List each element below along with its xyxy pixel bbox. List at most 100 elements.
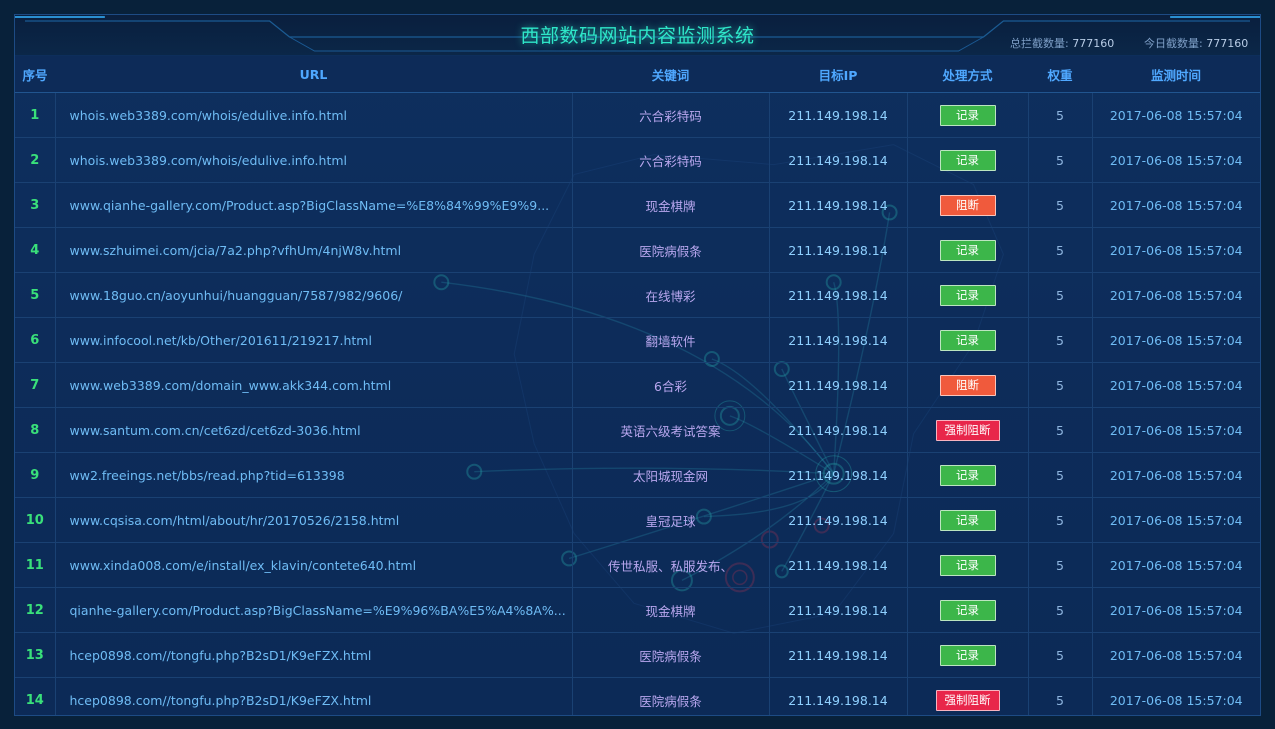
row-keyword: 英语六级考试答案 — [572, 407, 770, 453]
row-action: 记录 — [907, 587, 1029, 633]
row-url-link[interactable]: hcep0898.com//tongfu.php?B2sD1/K9eFZX.ht… — [55, 677, 573, 715]
table-row: 10 www.cqsisa.com/html/about/hr/20170526/… — [15, 497, 1260, 543]
row-target-ip: 211.149.198.14 — [769, 182, 908, 228]
table-header-row: 序号 URL 关键词 目标IP 处理方式 权重 监测时间 — [15, 56, 1260, 93]
total-blocked-value: 777160 — [1072, 37, 1115, 50]
row-target-ip: 211.149.198.14 — [769, 362, 908, 408]
record-button[interactable]: 记录 — [939, 239, 996, 261]
monitor-table: 序号 URL 关键词 目标IP 处理方式 权重 监测时间 1 whois.web3… — [15, 56, 1260, 715]
row-index: 9 — [15, 452, 56, 498]
record-button[interactable]: 记录 — [939, 329, 996, 351]
row-keyword: 六合彩特码 — [572, 137, 770, 183]
table-row: 9 ww2.freeings.net/bbs/read.php?tid=61339… — [15, 452, 1260, 498]
row-action: 记录 — [907, 542, 1029, 588]
record-button[interactable]: 记录 — [939, 149, 996, 171]
monitor-panel: 西部数码网站内容监测系统 总拦截数量: 777160 今日截数量: 777160… — [14, 14, 1261, 716]
row-keyword: 皇冠足球 — [572, 497, 770, 543]
record-button[interactable]: 记录 — [939, 464, 996, 486]
row-weight: 5 — [1028, 137, 1093, 183]
row-action: 记录 — [907, 632, 1029, 678]
row-url-link[interactable]: whois.web3389.com/whois/edulive.info.htm… — [55, 137, 573, 183]
row-keyword: 在线博彩 — [572, 272, 770, 318]
record-button[interactable]: 记录 — [939, 554, 996, 576]
row-weight: 5 — [1028, 677, 1093, 715]
row-target-ip: 211.149.198.14 — [769, 227, 908, 273]
block-button[interactable]: 阻断 — [939, 194, 996, 216]
table-row: 7 www.web3389.com/domain_www.akk344.com.h… — [15, 362, 1260, 408]
force-block-button[interactable]: 强制阻断 — [935, 689, 1000, 711]
row-url-link[interactable]: www.infocool.net/kb/Other/201611/219217.… — [55, 317, 573, 363]
column-header-time[interactable]: 监测时间 — [1092, 56, 1260, 93]
row-target-ip: 211.149.198.14 — [769, 92, 908, 138]
record-button[interactable]: 记录 — [939, 284, 996, 306]
row-time: 2017-06-08 15:57:04 — [1092, 182, 1260, 228]
row-url-link[interactable]: ww2.freeings.net/bbs/read.php?tid=613398 — [55, 452, 573, 498]
table-row: 1 whois.web3389.com/whois/edulive.info.ht… — [15, 92, 1260, 138]
row-url-link[interactable]: hcep0898.com//tongfu.php?B2sD1/K9eFZX.ht… — [55, 632, 573, 678]
row-weight: 5 — [1028, 317, 1093, 363]
row-action: 记录 — [907, 92, 1029, 138]
row-url-link[interactable]: www.xinda008.com/e/install/ex_klavin/con… — [55, 542, 573, 588]
column-header-action[interactable]: 处理方式 — [907, 56, 1028, 93]
row-keyword: 医院病假条 — [572, 632, 770, 678]
row-keyword: 现金棋牌 — [572, 587, 770, 633]
row-time: 2017-06-08 15:57:04 — [1092, 632, 1260, 678]
table-row: 11 www.xinda008.com/e/install/ex_klavin/c… — [15, 542, 1260, 588]
column-header-target-ip[interactable]: 目标IP — [769, 56, 907, 93]
row-url-link[interactable]: www.santum.com.cn/cet6zd/cet6zd-3036.htm… — [55, 407, 573, 453]
row-url-link[interactable]: www.18guo.cn/aoyunhui/huangguan/7587/982… — [55, 272, 573, 318]
table-row: 12 qianhe-gallery.com/Product.asp?BigClas… — [15, 587, 1260, 633]
row-keyword: 6合彩 — [572, 362, 770, 408]
record-button[interactable]: 记录 — [939, 599, 996, 621]
row-time: 2017-06-08 15:57:04 — [1092, 272, 1260, 318]
row-keyword: 现金棋牌 — [572, 182, 770, 228]
record-button[interactable]: 记录 — [939, 644, 996, 666]
total-blocked-stat: 总拦截数量: 777160 — [1010, 35, 1114, 51]
column-header-weight[interactable]: 权重 — [1028, 56, 1092, 93]
row-weight: 5 — [1028, 227, 1093, 273]
row-keyword: 六合彩特码 — [572, 92, 770, 138]
row-keyword: 太阳城现金网 — [572, 452, 770, 498]
row-action: 强制阻断 — [907, 677, 1029, 715]
row-target-ip: 211.149.198.14 — [769, 407, 908, 453]
row-index: 2 — [15, 137, 56, 183]
table-row: 6 www.infocool.net/kb/Other/201611/219217… — [15, 317, 1260, 363]
row-time: 2017-06-08 15:57:04 — [1092, 227, 1260, 273]
row-action: 记录 — [907, 227, 1029, 273]
title-bar: 西部数码网站内容监测系统 总拦截数量: 777160 今日截数量: 777160 — [15, 15, 1260, 55]
row-url-link[interactable]: www.cqsisa.com/html/about/hr/20170526/21… — [55, 497, 573, 543]
block-button[interactable]: 阻断 — [939, 374, 996, 396]
force-block-button[interactable]: 强制阻断 — [935, 419, 1000, 441]
row-url-link[interactable]: qianhe-gallery.com/Product.asp?BigClassN… — [55, 587, 573, 633]
row-action: 阻断 — [907, 182, 1029, 228]
row-index: 3 — [15, 182, 56, 228]
row-target-ip: 211.149.198.14 — [769, 497, 908, 543]
record-button[interactable]: 记录 — [939, 509, 996, 531]
row-time: 2017-06-08 15:57:04 — [1092, 137, 1260, 183]
table-row: 2 whois.web3389.com/whois/edulive.info.ht… — [15, 137, 1260, 183]
row-url-link[interactable]: www.qianhe-gallery.com/Product.asp?BigCl… — [55, 182, 573, 228]
table-row: 13 hcep0898.com//tongfu.php?B2sD1/K9eFZX.… — [15, 632, 1260, 678]
column-header-url[interactable]: URL — [55, 56, 572, 93]
column-header-keyword[interactable]: 关键词 — [572, 56, 769, 93]
row-keyword: 传世私服、私服发布、 — [572, 542, 770, 588]
row-time: 2017-06-08 15:57:04 — [1092, 677, 1260, 715]
table-row: 8 www.santum.com.cn/cet6zd/cet6zd-3036.ht… — [15, 407, 1260, 453]
row-index: 10 — [15, 497, 56, 543]
row-index: 7 — [15, 362, 56, 408]
row-url-link[interactable]: www.szhuimei.com/jcia/7a2.php?vfhUm/4njW… — [55, 227, 573, 273]
table-row: 4 www.szhuimei.com/jcia/7a2.php?vfhUm/4nj… — [15, 227, 1260, 273]
row-action: 记录 — [907, 272, 1029, 318]
row-target-ip: 211.149.198.14 — [769, 677, 908, 715]
row-target-ip: 211.149.198.14 — [769, 542, 908, 588]
column-header-index[interactable]: 序号 — [15, 56, 55, 93]
table-row: 5 www.18guo.cn/aoyunhui/huangguan/7587/98… — [15, 272, 1260, 318]
row-weight: 5 — [1028, 182, 1093, 228]
row-index: 5 — [15, 272, 56, 318]
record-button[interactable]: 记录 — [939, 104, 996, 126]
row-url-link[interactable]: whois.web3389.com/whois/edulive.info.htm… — [55, 92, 573, 138]
row-action: 记录 — [907, 497, 1029, 543]
row-url-link[interactable]: www.web3389.com/domain_www.akk344.com.ht… — [55, 362, 573, 408]
table-row: 14 hcep0898.com//tongfu.php?B2sD1/K9eFZX.… — [15, 677, 1260, 715]
row-time: 2017-06-08 15:57:04 — [1092, 407, 1260, 453]
